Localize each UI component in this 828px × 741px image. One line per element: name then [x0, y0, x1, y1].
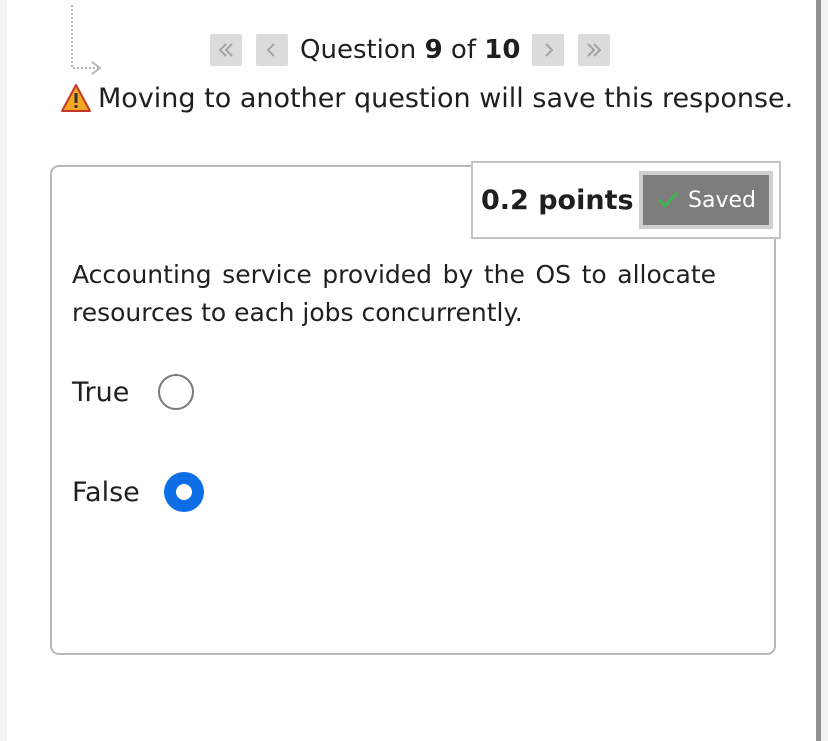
question-text: Accounting service provided by the OS to… [72, 260, 716, 327]
page: Question 9 of 10 Moving to another quest… [0, 0, 828, 741]
warning-text: Moving to another question will save thi… [98, 82, 794, 114]
option-true[interactable]: True [72, 374, 194, 410]
option-label-true: True [72, 376, 130, 408]
radio-false-selected[interactable] [164, 472, 204, 512]
chevron-right-icon [545, 43, 554, 57]
counter-of: of [450, 35, 476, 65]
save-warning: Moving to another question will save thi… [60, 78, 793, 118]
points-label: 0.2 points [481, 184, 634, 216]
connector-arrow-icon [71, 5, 102, 75]
saved-status-badge: Saved [639, 171, 773, 229]
question-navigation: Question 9 of 10 [210, 30, 611, 70]
scrollbar[interactable] [816, 0, 828, 741]
radio-true[interactable] [158, 374, 194, 410]
total-questions: 10 [484, 35, 521, 65]
warning-triangle-icon [61, 84, 91, 112]
option-false[interactable]: False [72, 472, 204, 512]
left-edge [0, 0, 7, 741]
previous-question-button[interactable] [256, 34, 288, 66]
current-question-number: 9 [424, 35, 443, 65]
next-question-button[interactable] [532, 34, 565, 66]
saved-label: Saved [688, 187, 756, 213]
chevron-left-icon [266, 43, 275, 57]
counter-prefix: Question [300, 35, 417, 65]
double-chevron-left-icon [218, 43, 233, 57]
double-chevron-right-icon [587, 43, 602, 57]
points-box: 0.2 points Saved [471, 161, 781, 239]
first-question-button[interactable] [210, 34, 242, 66]
option-label-false: False [72, 476, 140, 508]
last-question-button[interactable] [578, 34, 611, 66]
question-counter: Question 9 of 10 [300, 35, 520, 65]
checkmark-icon [657, 191, 679, 209]
